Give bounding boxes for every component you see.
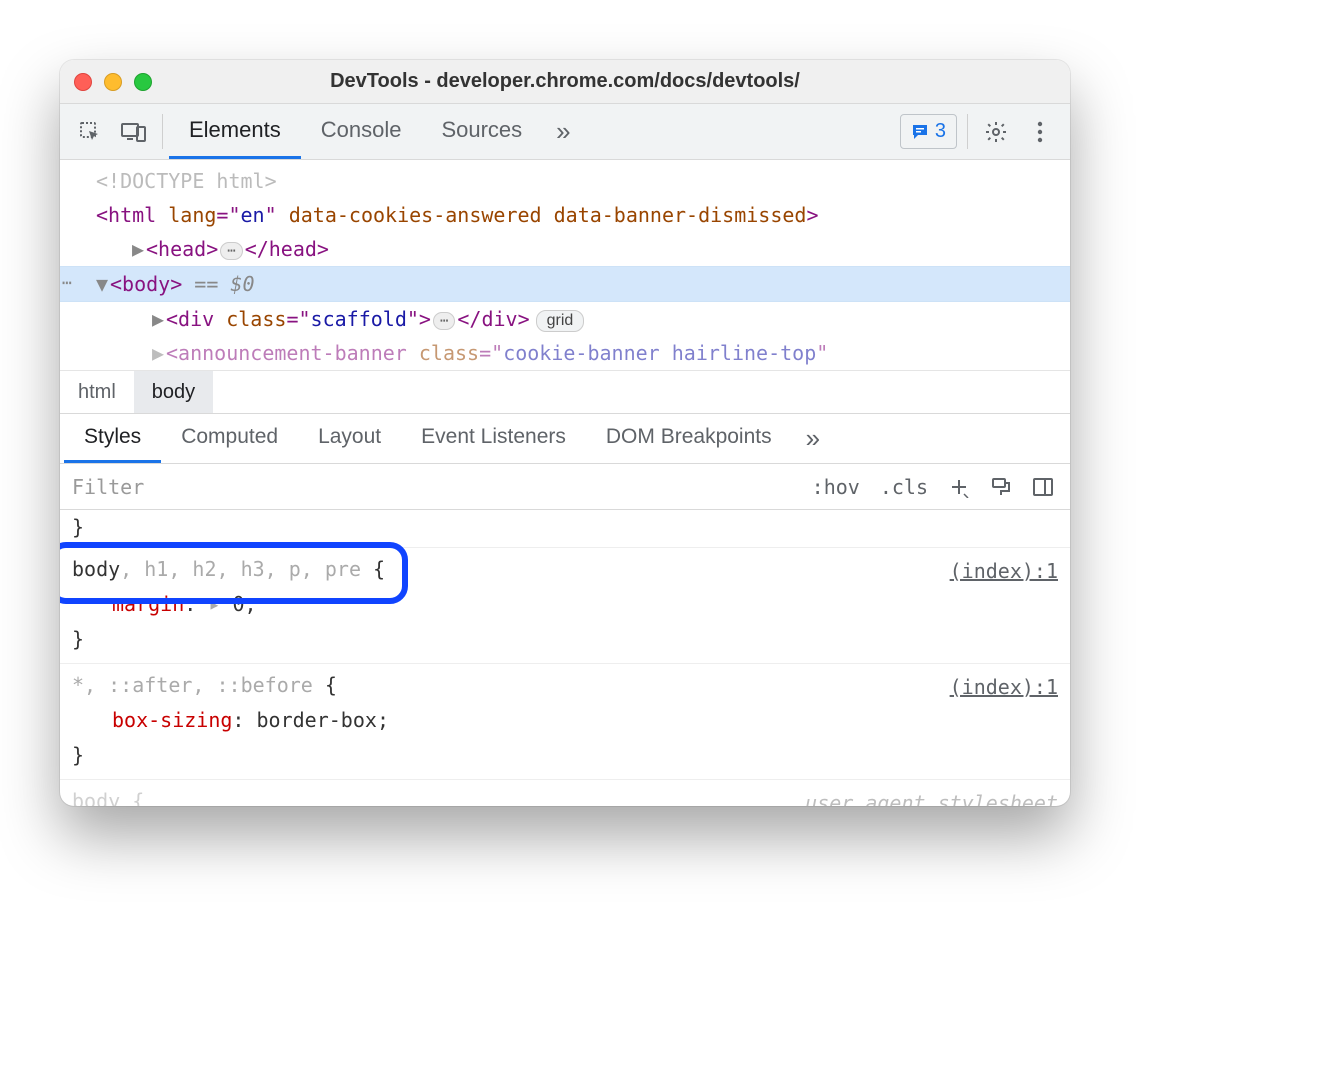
rule-source-ua: user agent stylesheet (805, 786, 1058, 806)
kebab-icon[interactable] (1018, 104, 1062, 159)
devtools-window: DevTools - developer.chrome.com/docs/dev… (60, 60, 1070, 806)
tab-console[interactable]: Console (301, 104, 422, 159)
css-prop-margin[interactable]: margin (112, 592, 184, 616)
tab-layout[interactable]: Layout (298, 414, 401, 463)
rule-fragment-close[interactable]: } (60, 510, 1070, 548)
style-rule-body[interactable]: (index):1 body, h1, h2, h3, p, pre { mar… (60, 548, 1070, 664)
tab-styles[interactable]: Styles (64, 414, 161, 463)
styles-tabs: Styles Computed Layout Event Listeners D… (60, 414, 1070, 464)
crumb-html[interactable]: html (60, 371, 134, 413)
paint-icon[interactable] (980, 464, 1022, 509)
tab-computed[interactable]: Computed (161, 414, 298, 463)
new-rule-icon[interactable] (938, 464, 980, 509)
issues-count: 3 (935, 120, 946, 143)
tabs-overflow-icon[interactable]: » (542, 104, 584, 159)
rule-source-link[interactable]: (index):1 (950, 554, 1058, 589)
styles-filterbar: :hov .cls (60, 464, 1070, 510)
traffic-lights (74, 73, 152, 91)
main-toolbar: Elements Console Sources » 3 (60, 104, 1070, 160)
breadcrumb: html body (60, 370, 1070, 414)
grid-badge[interactable]: grid (536, 310, 585, 332)
ellipsis-icon[interactable]: ⋯ (433, 312, 455, 330)
dom-tree[interactable]: <!DOCTYPE html> <html lang="en" data-coo… (60, 160, 1070, 370)
expand-shorthand-icon[interactable]: ▸ (208, 592, 232, 616)
dom-announcement-banner[interactable]: ▶<announcement-banner class="cookie-bann… (60, 336, 1070, 370)
settings-icon[interactable] (974, 104, 1018, 159)
device-icon[interactable] (112, 104, 156, 159)
issues-chip[interactable]: 3 (900, 114, 957, 149)
dom-doctype[interactable]: <!DOCTYPE html> (60, 164, 1070, 198)
dom-head[interactable]: ▶<head>⋯</head> (60, 232, 1070, 266)
dom-div[interactable]: ▶<div class="scaffold">⋯</div>grid (60, 302, 1070, 336)
styles-filter-input[interactable] (60, 464, 802, 509)
tab-event-listeners[interactable]: Event Listeners (401, 414, 586, 463)
close-button[interactable] (74, 73, 92, 91)
hov-toggle[interactable]: :hov (802, 464, 870, 509)
toolbar-divider (162, 114, 163, 149)
tab-elements[interactable]: Elements (169, 104, 301, 159)
styles-pane: } (index):1 body, h1, h2, h3, p, pre { m… (60, 510, 1070, 806)
dom-html[interactable]: <html lang="en" data-cookies-answered da… (60, 198, 1070, 232)
css-prop-box-sizing[interactable]: box-sizing (112, 708, 232, 732)
crumb-body[interactable]: body (134, 371, 213, 413)
computed-panel-icon[interactable] (1022, 464, 1064, 509)
inspect-icon[interactable] (68, 104, 112, 159)
rule-source-link[interactable]: (index):1 (950, 670, 1058, 705)
tab-sources[interactable]: Sources (421, 104, 542, 159)
minimize-button[interactable] (104, 73, 122, 91)
tab-dom-breakpoints[interactable]: DOM Breakpoints (586, 414, 792, 463)
toolbar-divider (967, 114, 968, 149)
window-title: DevTools - developer.chrome.com/docs/dev… (60, 70, 1070, 93)
style-rule-universal[interactable]: (index):1 *, ::after, ::before { box-siz… (60, 664, 1070, 780)
titlebar: DevTools - developer.chrome.com/docs/dev… (60, 60, 1070, 104)
cls-toggle[interactable]: .cls (870, 464, 938, 509)
maximize-button[interactable] (134, 73, 152, 91)
subtabs-overflow-icon[interactable]: » (792, 414, 834, 463)
dom-body-selected[interactable]: ▼<body> == $0 (60, 266, 1070, 302)
style-rule-ua-body[interactable]: user agent stylesheet body { (60, 780, 1070, 806)
message-icon (911, 123, 929, 141)
ellipsis-icon[interactable]: ⋯ (220, 242, 242, 260)
